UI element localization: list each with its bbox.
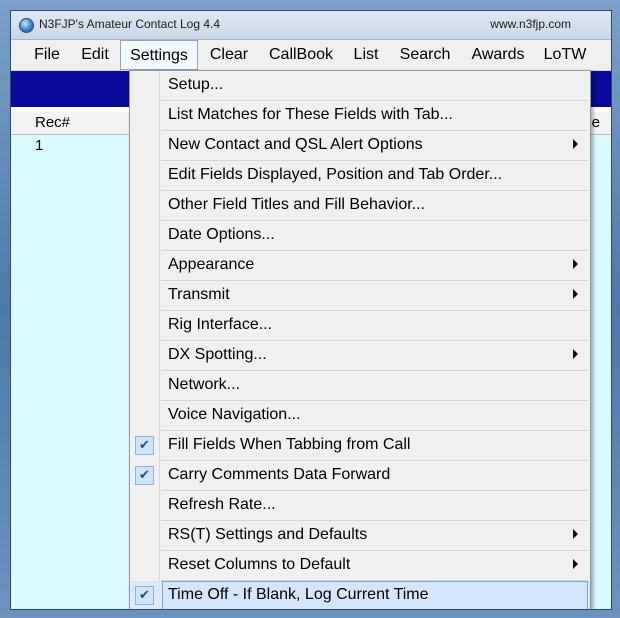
submenu-arrow-icon bbox=[573, 139, 578, 149]
menu-item-network[interactable]: Network... bbox=[130, 371, 590, 401]
menu-bar: File Edit Settings Clear CallBook List S… bbox=[11, 40, 611, 71]
submenu-arrow-icon bbox=[573, 349, 578, 359]
checkmark-icon: ✔ bbox=[135, 436, 154, 455]
menu-item-edit-fields[interactable]: Edit Fields Displayed, Position and Tab … bbox=[130, 161, 590, 191]
title-bar: N3FJP's Amateur Contact Log 4.4 www.n3fj… bbox=[11, 11, 611, 40]
submenu-arrow-icon bbox=[573, 259, 578, 269]
menu-item-rig-interface[interactable]: Rig Interface... bbox=[130, 311, 590, 341]
menu-item-fill-fields[interactable]: ✔ Fill Fields When Tabbing from Call bbox=[130, 431, 590, 461]
column-header-rec[interactable]: Rec# bbox=[35, 114, 70, 131]
menu-item-label: Voice Navigation... bbox=[168, 406, 301, 423]
window-title: N3FJP's Amateur Contact Log 4.4 bbox=[39, 17, 221, 31]
menu-list[interactable]: List bbox=[344, 40, 388, 70]
menu-file[interactable]: File bbox=[23, 40, 71, 70]
menu-item-label: Edit Fields Displayed, Position and Tab … bbox=[168, 166, 503, 183]
menu-item-label: Time Off - If Blank, Log Current Time bbox=[168, 586, 429, 603]
menu-item-label: Network... bbox=[168, 376, 241, 393]
menu-item-label: Date Options... bbox=[168, 226, 275, 243]
menu-item-carry-comments[interactable]: ✔ Carry Comments Data Forward bbox=[130, 461, 590, 491]
app-globe-icon bbox=[19, 18, 34, 33]
menu-item-appearance[interactable]: Appearance bbox=[130, 251, 590, 281]
menu-item-label: Other Field Titles and Fill Behavior... bbox=[168, 196, 425, 213]
menu-item-list-matches[interactable]: List Matches for These Fields with Tab..… bbox=[130, 101, 590, 131]
window-url: www.n3fjp.com bbox=[490, 17, 571, 31]
menu-awards[interactable]: Awards bbox=[465, 40, 531, 70]
checkmark-icon: ✔ bbox=[135, 466, 154, 485]
menu-item-label: Fill Fields When Tabbing from Call bbox=[168, 436, 411, 453]
menu-item-setup[interactable]: Setup... bbox=[130, 71, 590, 101]
menu-item-rst-settings[interactable]: RS(T) Settings and Defaults bbox=[130, 521, 590, 551]
menu-callbook[interactable]: CallBook bbox=[261, 40, 341, 70]
menu-item-label: List Matches for These Fields with Tab..… bbox=[168, 106, 453, 123]
menu-item-time-off[interactable]: ✔ Time Off - If Blank, Log Current Time bbox=[130, 581, 590, 609]
menu-item-reset-columns[interactable]: Reset Columns to Default bbox=[130, 551, 590, 581]
checkmark-icon: ✔ bbox=[135, 586, 154, 605]
row-rec-value[interactable]: 1 bbox=[35, 137, 43, 154]
menu-item-label: New Contact and QSL Alert Options bbox=[168, 136, 423, 153]
submenu-arrow-icon bbox=[573, 289, 578, 299]
menu-item-transmit[interactable]: Transmit bbox=[130, 281, 590, 311]
menu-item-dx-spotting[interactable]: DX Spotting... bbox=[130, 341, 590, 371]
menu-item-label: Setup... bbox=[168, 76, 224, 93]
check-glyph: ✔ bbox=[139, 587, 150, 602]
menu-item-label: Refresh Rate... bbox=[168, 496, 276, 513]
menu-edit[interactable]: Edit bbox=[73, 40, 117, 70]
submenu-arrow-icon bbox=[573, 529, 578, 539]
menu-item-label: Transmit bbox=[168, 286, 230, 303]
menu-item-label: DX Spotting... bbox=[168, 346, 267, 363]
menu-settings[interactable]: Settings bbox=[120, 40, 198, 70]
menu-item-field-titles[interactable]: Other Field Titles and Fill Behavior... bbox=[130, 191, 590, 221]
menu-item-label: Reset Columns to Default bbox=[168, 556, 351, 573]
menu-item-label: Rig Interface... bbox=[168, 316, 273, 333]
menu-lotw[interactable]: LoTW bbox=[537, 40, 593, 70]
menu-item-label: Carry Comments Data Forward bbox=[168, 466, 391, 483]
menu-clear[interactable]: Clear bbox=[201, 40, 257, 70]
check-glyph: ✔ bbox=[139, 437, 150, 452]
submenu-arrow-icon bbox=[573, 559, 578, 569]
menu-search[interactable]: Search bbox=[391, 40, 459, 70]
check-glyph: ✔ bbox=[139, 467, 150, 482]
menu-item-voice-navigation[interactable]: Voice Navigation... bbox=[130, 401, 590, 431]
settings-dropdown-menu: Setup... List Matches for These Fields w… bbox=[129, 70, 591, 609]
menu-item-date-options[interactable]: Date Options... bbox=[130, 221, 590, 251]
menu-item-refresh-rate[interactable]: Refresh Rate... bbox=[130, 491, 590, 521]
app-window: N3FJP's Amateur Contact Log 4.4 www.n3fj… bbox=[10, 10, 612, 610]
menu-item-label: Appearance bbox=[168, 256, 255, 273]
menu-item-label: RS(T) Settings and Defaults bbox=[168, 526, 368, 543]
menu-item-alert-options[interactable]: New Contact and QSL Alert Options bbox=[130, 131, 590, 161]
